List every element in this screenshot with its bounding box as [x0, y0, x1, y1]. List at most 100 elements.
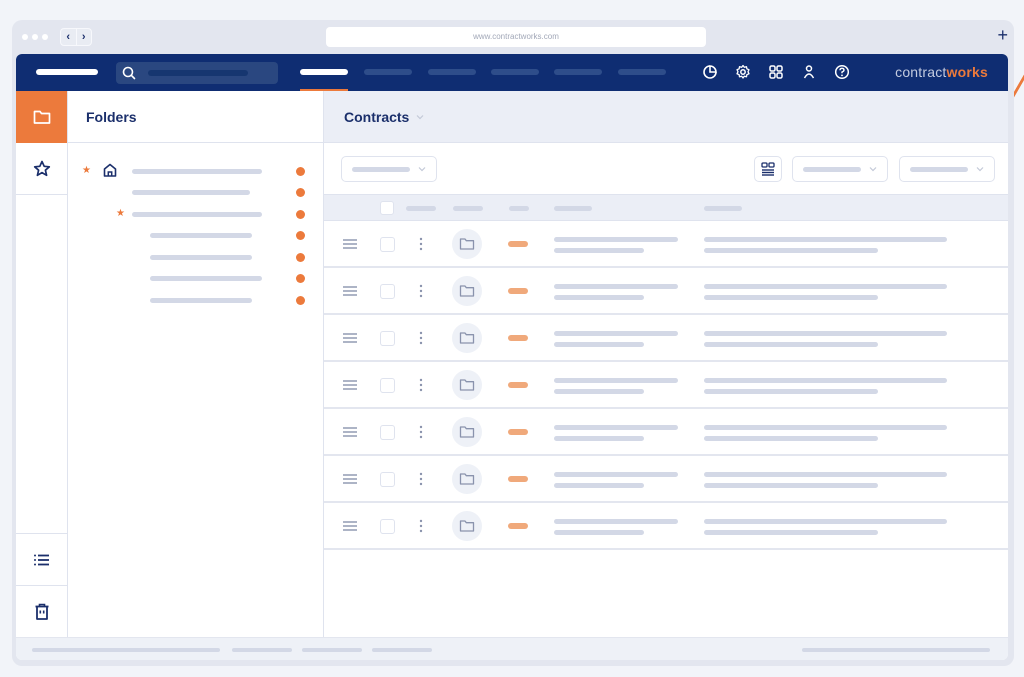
contract-subtitle-placeholder	[554, 342, 644, 347]
rail-item-folders[interactable]	[16, 91, 67, 143]
contract-name-placeholder	[554, 425, 678, 430]
more-options-icon[interactable]	[418, 424, 424, 440]
new-tab-button[interactable]: +	[997, 24, 1008, 46]
contract-detail-placeholder	[704, 530, 878, 535]
app-logo-placeholder[interactable]	[36, 69, 98, 75]
column-header[interactable]	[704, 206, 742, 211]
status-tag	[508, 241, 528, 247]
row-checkbox[interactable]	[380, 237, 395, 252]
contracts-header[interactable]: Contracts	[324, 91, 1008, 143]
column-header[interactable]	[453, 206, 483, 211]
contract-name-placeholder	[554, 472, 678, 477]
settings-gear-icon[interactable]	[733, 62, 753, 82]
reports-pie-icon[interactable]	[700, 62, 720, 82]
folder-tree-item[interactable]	[68, 182, 324, 203]
display-select[interactable]	[899, 156, 995, 182]
drag-handle-icon[interactable]	[342, 238, 358, 250]
folder-tree-item[interactable]	[68, 225, 324, 246]
row-checkbox[interactable]	[380, 284, 395, 299]
folder-status-dot	[296, 188, 305, 197]
rail-item-trash[interactable]	[16, 585, 67, 637]
contract-detail-placeholder	[704, 389, 878, 394]
drag-handle-icon[interactable]	[342, 332, 358, 344]
table-row[interactable]	[324, 456, 1008, 503]
status-tag	[508, 288, 528, 294]
nav-tab-active[interactable]	[300, 69, 348, 75]
row-checkbox[interactable]	[380, 425, 395, 440]
back-button[interactable]: ‹	[61, 29, 76, 45]
contract-detail-placeholder	[704, 519, 947, 524]
column-header[interactable]	[406, 206, 436, 211]
nav-tab-6[interactable]	[618, 69, 666, 75]
search-placeholder	[148, 70, 248, 76]
favorite-star-icon[interactable]: ★	[82, 164, 91, 178]
drag-handle-icon[interactable]	[342, 426, 358, 438]
sort-select[interactable]	[792, 156, 888, 182]
chevron-down-icon	[418, 167, 426, 172]
column-header[interactable]	[509, 206, 529, 211]
forward-button[interactable]: ›	[75, 29, 92, 45]
row-checkbox[interactable]	[380, 331, 395, 346]
contract-subtitle-placeholder	[554, 389, 644, 394]
contract-detail-placeholder	[704, 425, 947, 430]
nav-tab-2[interactable]	[364, 69, 412, 75]
nav-tab-3[interactable]	[428, 69, 476, 75]
drag-handle-icon[interactable]	[342, 379, 358, 391]
row-checkbox[interactable]	[380, 472, 395, 487]
row-checkbox[interactable]	[380, 378, 395, 393]
favorite-star-icon[interactable]: ★	[116, 207, 125, 221]
status-tag	[508, 382, 528, 388]
more-options-icon[interactable]	[418, 330, 424, 346]
search-input[interactable]	[116, 62, 278, 84]
nav-tab-5[interactable]	[554, 69, 602, 75]
apps-grid-icon[interactable]	[766, 62, 786, 82]
filter-select[interactable]	[341, 156, 437, 182]
table-row[interactable]	[324, 315, 1008, 362]
more-options-icon[interactable]	[418, 518, 424, 534]
contract-subtitle-placeholder	[554, 248, 644, 253]
table-row[interactable]	[324, 503, 1008, 550]
url-bar[interactable]: www.contractworks.com	[326, 27, 706, 47]
select-all-checkbox[interactable]	[380, 201, 394, 215]
drag-handle-icon[interactable]	[342, 285, 358, 297]
column-header[interactable]	[554, 206, 592, 211]
drag-handle-icon[interactable]	[342, 473, 358, 485]
more-options-icon[interactable]	[418, 377, 424, 393]
window-controls[interactable]	[22, 34, 48, 40]
folder-tree-item[interactable]: ★	[68, 204, 324, 225]
more-options-icon[interactable]	[418, 471, 424, 487]
select-placeholder	[910, 167, 968, 172]
contract-detail-placeholder	[704, 342, 878, 347]
contract-detail-placeholder	[704, 237, 947, 242]
folder-icon	[452, 276, 482, 306]
folder-tree-item[interactable]: ★	[68, 161, 324, 182]
view-toggle-button[interactable]	[754, 156, 782, 182]
folder-name-placeholder	[132, 212, 262, 217]
more-options-icon[interactable]	[418, 236, 424, 252]
row-checkbox[interactable]	[380, 519, 395, 534]
browser-nav-buttons: ‹ ›	[60, 28, 92, 46]
more-options-icon[interactable]	[418, 283, 424, 299]
table-row[interactable]	[324, 221, 1008, 268]
folder-tree-item[interactable]	[68, 290, 324, 311]
table-row[interactable]	[324, 268, 1008, 315]
drag-handle-icon[interactable]	[342, 520, 358, 532]
rail-item-favorites[interactable]	[16, 143, 67, 195]
folder-name-placeholder	[132, 190, 250, 195]
browser-chrome: ‹ › www.contractworks.com +	[12, 20, 1014, 54]
select-placeholder	[803, 167, 861, 172]
folders-panel: Folders ★ ★	[68, 91, 324, 637]
folder-tree-item[interactable]	[68, 247, 324, 268]
folder-tree-item[interactable]	[68, 268, 324, 289]
help-icon[interactable]	[832, 62, 852, 82]
status-placeholder	[32, 648, 220, 652]
table-row[interactable]	[324, 409, 1008, 456]
nav-tab-4[interactable]	[491, 69, 539, 75]
status-tag	[508, 476, 528, 482]
table-row[interactable]	[324, 362, 1008, 409]
rail-item-list[interactable]	[16, 533, 67, 585]
brand-logo[interactable]: contractworks	[895, 64, 988, 80]
folder-status-dot	[296, 231, 305, 240]
star-icon	[33, 160, 50, 176]
user-icon[interactable]	[799, 62, 819, 82]
